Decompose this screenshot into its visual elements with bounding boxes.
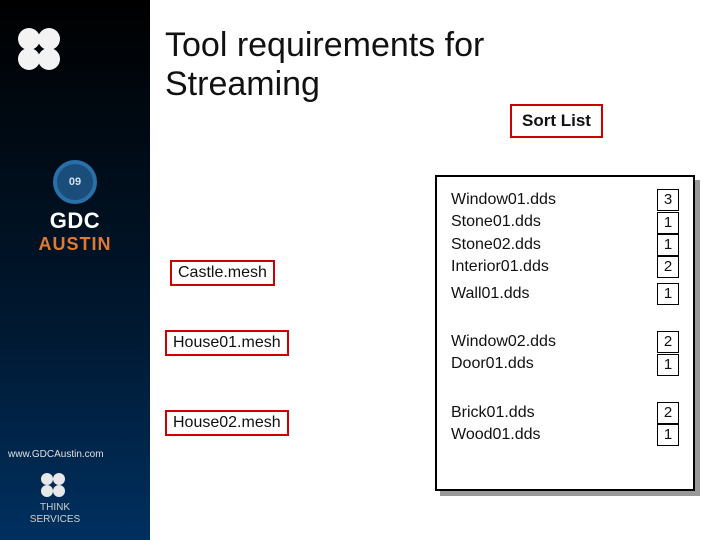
slide-title: Tool requirements for Streaming xyxy=(165,26,484,104)
count-box: 1 xyxy=(657,424,679,446)
dds-row: Window01.dds3 xyxy=(451,189,679,211)
dds-panel: Window01.dds3 Stone01.dds1 Stone02.dds1 … xyxy=(435,175,695,491)
think-label: THINK xyxy=(15,503,95,513)
dds-row: Wood01.dds1 xyxy=(451,424,679,446)
count-box: 2 xyxy=(657,402,679,424)
dds-row: Brick01.dds2 xyxy=(451,402,679,424)
slide-content: Tool requirements for Streaming Sort Lis… xyxy=(160,0,720,540)
services-label: SERVICES xyxy=(15,515,95,525)
dds-row: Door01.dds1 xyxy=(451,353,679,375)
austin-text: AUSTIN xyxy=(20,234,130,255)
count-box: 1 xyxy=(657,212,679,234)
count-box: 1 xyxy=(657,283,679,305)
sidebar: 09 GDC AUSTIN www.GDCAustin.com THINK SE… xyxy=(0,0,150,540)
sort-list-label: Sort List xyxy=(510,104,603,138)
count-box: 1 xyxy=(657,354,679,376)
url-text: www.GDCAustin.com xyxy=(8,449,104,460)
dds-row: Interior01.dds2 xyxy=(451,256,679,278)
count-box: 2 xyxy=(657,256,679,278)
count-box: 1 xyxy=(657,234,679,256)
badge-year: 09 xyxy=(53,160,97,204)
title-line-2: Streaming xyxy=(165,65,320,103)
dds-row: Wall01.dds1 xyxy=(451,283,679,305)
mesh-house02: House02.mesh xyxy=(165,410,289,436)
dds-row: Stone02.dds1 xyxy=(451,234,679,256)
dds-row: Window02.dds2 xyxy=(451,331,679,353)
gdc-logo: 09 GDC AUSTIN xyxy=(20,160,130,255)
mesh-house01: House01.mesh xyxy=(165,330,289,356)
count-box: 2 xyxy=(657,331,679,353)
clover-icon xyxy=(18,28,68,78)
gdc-text: GDC xyxy=(20,208,130,234)
think-services-logo: THINK SERVICES xyxy=(15,473,95,525)
dds-row: Stone01.dds1 xyxy=(451,211,679,233)
count-box: 3 xyxy=(657,189,679,211)
mesh-castle: Castle.mesh xyxy=(170,260,275,286)
title-line-1: Tool requirements for xyxy=(165,26,484,64)
